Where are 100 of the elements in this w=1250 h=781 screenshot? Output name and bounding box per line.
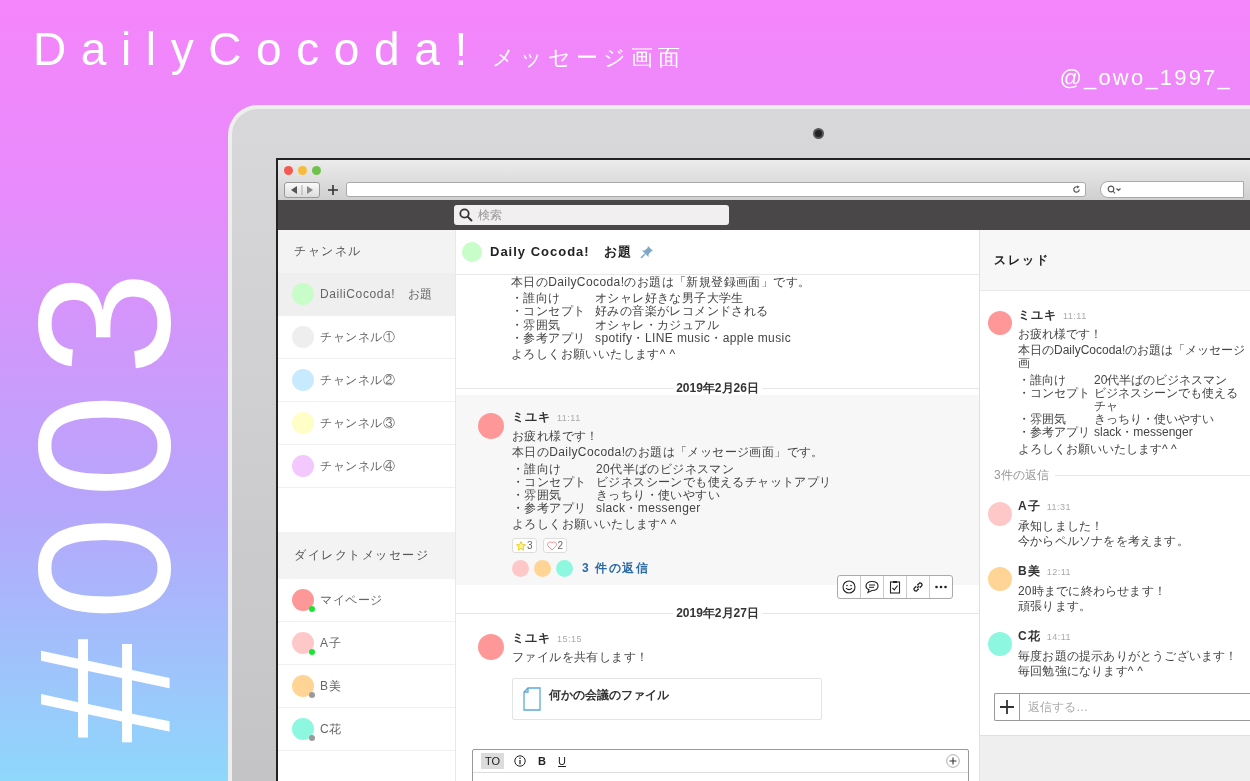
list-label: ・誰向け [511, 292, 562, 306]
author-name: C花 [1018, 627, 1041, 645]
list-value: 20代半ばのビジネスマン [1094, 373, 1229, 387]
bold-button[interactable]: B [536, 753, 549, 769]
reload-icon[interactable] [1072, 185, 1081, 194]
channel-name: チャンネル③ [320, 414, 396, 432]
list-value: slack・messenger [596, 502, 702, 516]
issue-number: #003 [10, 252, 198, 744]
list-value: きっちり・使いやすい [1094, 413, 1215, 427]
message-text: よろしくお願いいたします^ ^ [512, 518, 678, 532]
message-composer[interactable]: TO B U [472, 749, 969, 781]
reply-count: 3件の返信 [994, 466, 1049, 484]
list-label: ・誰向け [512, 462, 563, 476]
message-text: 本日のDailyCocoda!のお題は「メッセージ画 [1018, 344, 1246, 371]
message-text: よろしくお願いいたします^ ^ [511, 347, 677, 362]
channel-name: チャンネル① [320, 328, 396, 346]
author-handle: @_owo_1997_ [1059, 65, 1232, 91]
reply-input[interactable]: 返信する… [1020, 693, 1250, 720]
list-value: spotify・LINE music・apple music [595, 331, 792, 345]
message-time: 14:11 [1046, 631, 1072, 642]
author-name: ミユキ [512, 630, 551, 648]
message-text: 毎度お題の提示ありがとうございます！ [1018, 648, 1238, 664]
message-text: 頑張ります。 [1018, 598, 1093, 614]
direct-message-item[interactable]: マイページ [278, 579, 455, 622]
pin-icon[interactable] [639, 245, 654, 259]
close-icon[interactable] [284, 165, 293, 175]
channel-item[interactable]: チャンネル② [278, 359, 455, 402]
message-time: 15:15 [557, 634, 583, 645]
list-label: ・コンセプト [511, 305, 587, 319]
file-name: 何かの会議のファイル [549, 686, 669, 704]
banner-subtitle: メッセージ画面 [491, 44, 685, 72]
channel-item[interactable]: DailiCocoda! お題 [278, 273, 455, 316]
channel-name: DailiCocoda! お題 [320, 285, 434, 303]
message-time: 11:31 [1046, 501, 1072, 512]
list-label: ・参考アプリ [512, 502, 588, 516]
reaction-button[interactable]: 3 [512, 538, 537, 554]
list-label: ・コンセプト [512, 475, 588, 489]
user-name: C花 [320, 720, 342, 738]
file-attachment[interactable]: 何かの会議のファイル [512, 677, 822, 720]
underline-button[interactable]: U [556, 753, 568, 769]
user-name: A子 [320, 634, 342, 652]
list-label: ・雰囲気 [511, 318, 562, 332]
user-name: マイページ [320, 591, 383, 609]
section-title: ダイレクトメッセージ [294, 547, 429, 564]
direct-message-item[interactable]: C花 [278, 708, 455, 751]
heart-icon [546, 540, 557, 551]
replies-link[interactable]: 3 件の返信 [582, 560, 649, 578]
message[interactable]: ミユキ 11:11 お疲れ様です！ 本日のDailyCocoda!のお題は「メッセージ画面」です。 ・誰向け 20代半ばのビジネスマン ・コンセプト ビジネスシーンでも使えるチャットアプリ ・雰囲気 きっちり・使いやすい ・参考アプリ slack・messenger よろしくお願いいたします^ ^ 3 2 3 件の返信 [456, 395, 979, 586]
reaction-button[interactable]: 2 [542, 538, 568, 554]
message-time: 11:11 [1063, 311, 1087, 321]
search-icon [459, 208, 473, 222]
list-label: ・誰向け [1018, 373, 1067, 387]
list-label: ・参考アプリ [1018, 426, 1091, 440]
message-text: 承知しました！ [1018, 518, 1105, 534]
message-text: 本日のDailyCocoda!のお題は「新規登録画面」です。 [511, 276, 812, 290]
message-text: ファイルを共有します！ [512, 651, 650, 665]
direct-message-item[interactable]: A子 [278, 622, 455, 665]
list-label: ・雰囲気 [1018, 413, 1067, 427]
message-text: 20時までに終わらせます！ [1018, 583, 1166, 599]
author-name: ミユキ [1018, 307, 1057, 324]
camera-icon [813, 128, 824, 139]
banner-title: DailyCocoda! [33, 22, 482, 76]
direct-message-item[interactable]: B美 [278, 665, 455, 708]
author-name: B美 [1018, 562, 1041, 580]
address-field[interactable] [346, 182, 1086, 197]
channel-item[interactable]: チャンネル③ [278, 402, 455, 445]
list-value: オシャレ・カジュアル [595, 318, 720, 332]
message-text: よろしくお願いいたします^ ^ [1018, 442, 1178, 456]
document-icon [523, 686, 541, 711]
list-label: ・コンセプト [1018, 386, 1091, 402]
author-name: ミユキ [512, 409, 551, 427]
list-value: slack・messenger [1094, 426, 1194, 440]
mention-button[interactable]: TO [481, 753, 505, 769]
list-value: オシャレ好きな男子大学生 [595, 292, 745, 306]
channel-item[interactable]: チャンネル④ [278, 445, 455, 488]
message[interactable]: ミユキ 15:15 ファイルを共有します！ 何かの会議のファイル [456, 620, 979, 728]
message-text: 毎回勉強になります^ ^ [1018, 663, 1144, 679]
message-text: 今からペルソナをを考えます。 [1018, 533, 1189, 549]
reply-field[interactable]: 返信する… [994, 692, 1250, 721]
info-icon[interactable] [512, 753, 529, 769]
channel-item[interactable]: チャンネル① [278, 316, 455, 359]
message-text: お疲れ様です！ [512, 430, 600, 444]
list-value: 20代半ばのビジネスマン [596, 462, 736, 476]
back-forward-button[interactable] [284, 181, 320, 198]
star-icon [516, 540, 526, 551]
list-label: ・参考アプリ [511, 331, 587, 345]
list-value: 好みの音楽がレコメンドされる [595, 305, 770, 319]
author-name: A子 [1018, 497, 1041, 515]
message-text: 本日のDailyCocoda!のお題は「メッセージ画面」です。 [512, 446, 825, 460]
thread-title: スレッド [994, 251, 1050, 269]
new-tab-icon[interactable] [328, 184, 338, 195]
channel-name: チャンネル② [320, 371, 396, 389]
message-text: お疲れ様です！ [1018, 328, 1103, 342]
channel-title: Daily Cocoda! お題 [490, 243, 632, 261]
user-name: B美 [320, 677, 342, 695]
search-icon [1107, 185, 1121, 194]
browser-search-field[interactable] [1100, 181, 1244, 198]
list-label: ・雰囲気 [512, 488, 563, 502]
list-value: ビジネスシーンでも使えるチャ [1094, 386, 1239, 413]
list-value: きっちり・使いやすい [596, 488, 721, 503]
